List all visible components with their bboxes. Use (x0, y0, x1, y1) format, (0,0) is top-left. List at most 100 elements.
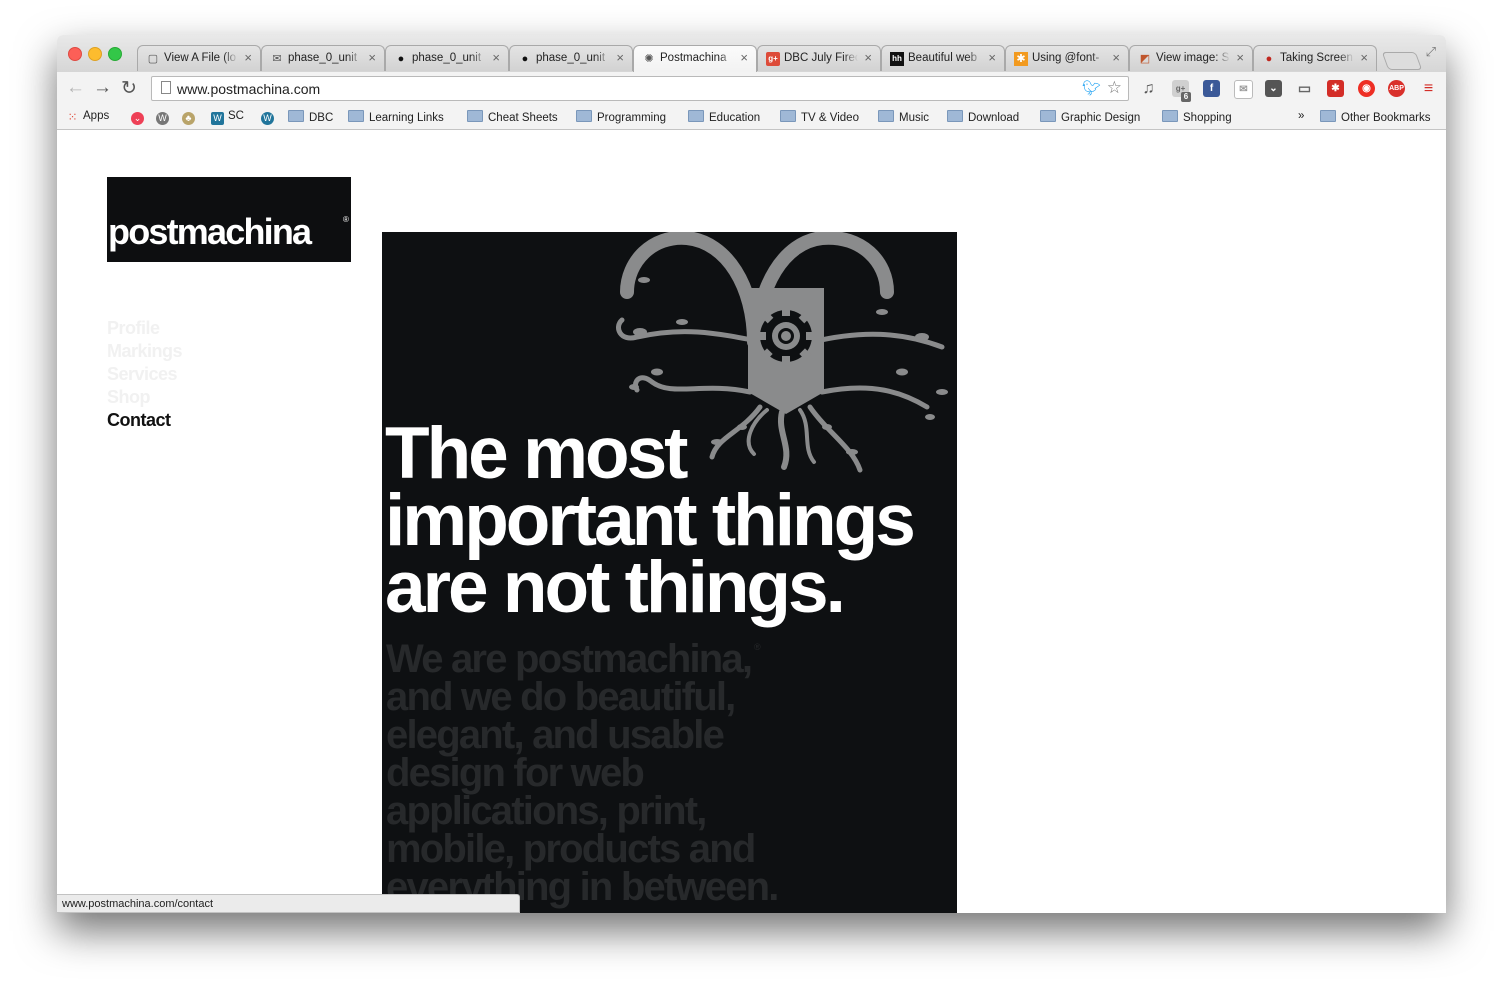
music-icon[interactable]: ♫ (1140, 80, 1157, 97)
folder-icon (1320, 110, 1336, 122)
fullscreen-icon[interactable]: ⤢ (1426, 44, 1436, 60)
tab-using-font[interactable]: ✱ Using @font- × (1005, 45, 1129, 71)
bookmark-folder-learning-links[interactable]: Learning Links (348, 110, 444, 124)
bookmark-folder-education[interactable]: Education (688, 110, 760, 124)
forward-arrow-icon[interactable]: → (93, 77, 112, 99)
tab-strip: ▢ View A File (lo × ✉ phase_0_unit × ● p… (57, 35, 1446, 72)
back-arrow-icon[interactable]: ← (66, 77, 85, 99)
hh-icon: hh (890, 52, 904, 66)
close-tab-icon[interactable]: × (988, 50, 996, 65)
hero-headline: The most important things are not things… (385, 413, 916, 628)
google-plus-badge: 6 (1181, 92, 1191, 102)
nav-profile[interactable]: Profile (107, 317, 182, 340)
tab-phase-0-unit-github-1[interactable]: ● phase_0_unit × (385, 45, 509, 71)
wordpress-icon: W (211, 112, 224, 125)
minimize-window-button[interactable] (88, 47, 102, 61)
bookmark-apps[interactable]: ⁙ Apps (66, 110, 109, 124)
bookmark-folder-other-bookmarks[interactable]: Other Bookmarks (1320, 110, 1430, 124)
folder-icon (688, 110, 704, 122)
asterisk-icon: ✱ (1014, 52, 1028, 66)
tab-beautiful-web[interactable]: hh Beautiful web × (881, 45, 1005, 71)
tab-view-a-file[interactable]: ▢ View A File (lo × (137, 45, 261, 71)
bookmark-folder-download[interactable]: Download (947, 110, 1019, 124)
nav-shop[interactable]: Shop (107, 386, 182, 409)
bookmark-folder-music[interactable]: Music (878, 110, 929, 124)
hero-body-text: We are postmachina, and we do beautiful,… (386, 637, 779, 909)
bookmark-sc[interactable]: W SC (211, 110, 244, 125)
close-tab-icon[interactable]: × (864, 50, 872, 65)
bookmarks-overflow-chevron[interactable]: » (1298, 110, 1304, 122)
apps-grid-icon: ⁙ (67, 110, 78, 124)
bookmark-acorn[interactable]: ♣ (182, 110, 199, 125)
address-bar[interactable]: www.postmachina.com 🐦︎ ☆ (151, 76, 1129, 101)
folder-icon (947, 110, 963, 122)
bookmark-wordpress-2[interactable]: W (261, 110, 278, 125)
tab-phase-0-unit-mail[interactable]: ✉ phase_0_unit × (261, 45, 385, 71)
hero-panel: The most important things are not things… (382, 232, 957, 913)
close-tab-icon[interactable]: × (1236, 50, 1244, 65)
close-window-button[interactable] (68, 47, 82, 61)
bookmarks-bar: ⁙ Apps ⌄ W ♣ W SC W DBC Learning Links Che… (57, 106, 1446, 130)
tab-taking-screen[interactable]: ● Taking Screen × (1253, 45, 1377, 71)
nav-markings[interactable]: Markings (107, 340, 183, 363)
site-nav: Profile Markings Services Shop Contact (107, 317, 183, 432)
tab-view-image[interactable]: ◩ View image: S × (1129, 45, 1253, 71)
tab-postmachina[interactable]: ✺ Postmachina × (633, 45, 757, 72)
folder-icon (878, 110, 894, 122)
google-plus-icon: g+ (766, 52, 780, 66)
zoom-window-button[interactable] (108, 47, 122, 61)
folder-icon (780, 110, 796, 122)
acorn-icon: ♣ (182, 112, 195, 125)
menu-icon[interactable]: ≡ (1420, 80, 1437, 97)
site-logo[interactable]: postmachina ® (107, 177, 351, 262)
bookmark-folder-shopping[interactable]: Shopping (1162, 110, 1232, 124)
folder-icon (1040, 110, 1056, 122)
bookmark-star-icon[interactable]: ☆ (1107, 78, 1122, 98)
nav-contact[interactable]: Contact (107, 409, 182, 432)
close-tab-icon[interactable]: × (1112, 50, 1120, 65)
bookmark-folder-dbc[interactable]: DBC (288, 110, 333, 124)
image-icon: ◩ (1139, 53, 1151, 65)
folder-icon (576, 110, 592, 122)
cast-icon[interactable]: ▭ (1296, 80, 1313, 97)
folder-icon (288, 110, 304, 122)
close-tab-icon[interactable]: × (368, 50, 376, 65)
close-tab-icon[interactable]: × (492, 50, 500, 65)
page-icon (161, 81, 171, 94)
bookmark-wordpress-1[interactable]: W (156, 110, 173, 125)
new-tab-button[interactable] (1381, 52, 1423, 70)
hero-registered-mark: ® (754, 642, 761, 652)
bookmark-folder-tv-video[interactable]: TV & Video (780, 110, 859, 124)
close-tab-icon[interactable]: × (616, 50, 624, 65)
status-bar: www.postmachina.com/contact (57, 894, 520, 913)
reload-icon[interactable]: ↻ (121, 77, 137, 100)
adblock-icon[interactable]: ABP (1388, 80, 1405, 97)
pocket-icon[interactable]: ⌄ (1265, 80, 1282, 97)
tab-dbc-july[interactable]: g+ DBC July Firec × (757, 45, 881, 71)
bookmark-folder-graphic-design[interactable]: Graphic Design (1040, 110, 1140, 124)
lastpass-icon[interactable]: ✱ (1327, 80, 1344, 97)
bookmark-folder-programming[interactable]: Programming (576, 110, 666, 124)
postmachina-icon: ✺ (644, 53, 654, 65)
github-icon: ● (397, 53, 405, 65)
pocket-icon: ⌄ (131, 112, 144, 125)
close-tab-icon[interactable]: × (1360, 50, 1368, 65)
folder-icon (467, 110, 483, 122)
nav-services[interactable]: Services (107, 363, 182, 386)
bookmark-folder-cheat-sheets[interactable]: Cheat Sheets (467, 110, 558, 124)
close-tab-icon[interactable]: × (244, 50, 252, 65)
url-text[interactable]: www.postmachina.com (177, 81, 320, 97)
twitter-icon[interactable]: 🐦︎ (1082, 79, 1101, 97)
bookmark-pocket[interactable]: ⌄ (131, 110, 148, 125)
bitly-icon[interactable]: ◉ (1358, 80, 1375, 97)
tab-phase-0-unit-github-2[interactable]: ● phase_0_unit × (509, 45, 633, 71)
wordpress-icon: W (156, 112, 169, 125)
mail-icon[interactable]: ✉ (1234, 80, 1253, 99)
browser-window: ▢ View A File (lo × ✉ phase_0_unit × ● p… (57, 35, 1446, 913)
folder-icon (1162, 110, 1178, 122)
facebook-icon[interactable]: f (1203, 80, 1220, 97)
browser-toolbar: ← → ↻ www.postmachina.com 🐦︎ ☆ ♫ g+ 6 f … (57, 72, 1446, 106)
close-tab-icon[interactable]: × (740, 50, 748, 65)
wordpress-icon: W (261, 112, 274, 125)
folder-icon (348, 110, 364, 122)
